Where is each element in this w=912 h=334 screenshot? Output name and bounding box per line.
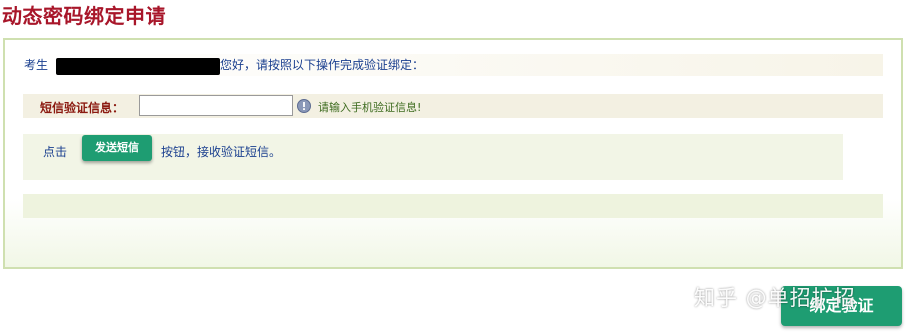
send-sms-row: 点击 发送短信 按钮，接收验证短信。	[23, 134, 843, 180]
send-sms-button[interactable]: 发送短信	[82, 135, 152, 161]
click-label: 点击	[43, 145, 68, 159]
sms-verification-input[interactable]	[139, 95, 293, 116]
send-instruction-text: 按钮，接收验证短信。	[161, 145, 282, 159]
info-icon	[297, 99, 311, 113]
greeting-prefix: 考生	[24, 58, 49, 72]
sms-verification-label: 短信验证信息：	[40, 101, 125, 115]
watermark: 知乎 @单招扩招	[694, 286, 856, 310]
binding-panel: 考生 您好，请按照以下操作完成验证绑定： 短信验证信息： 请输入手机验证信息! …	[3, 38, 903, 269]
empty-row	[23, 194, 883, 218]
greeting-row: 考生 您好，请按照以下操作完成验证绑定：	[23, 54, 883, 76]
sms-hint-text: 请输入手机验证信息!	[318, 101, 422, 114]
page-title: 动态密码绑定申请	[2, 4, 166, 28]
sms-verification-row: 短信验证信息： 请输入手机验证信息!	[23, 94, 883, 118]
redacted-name	[56, 58, 220, 75]
greeting-suffix: 您好，请按照以下操作完成验证绑定：	[220, 58, 425, 72]
